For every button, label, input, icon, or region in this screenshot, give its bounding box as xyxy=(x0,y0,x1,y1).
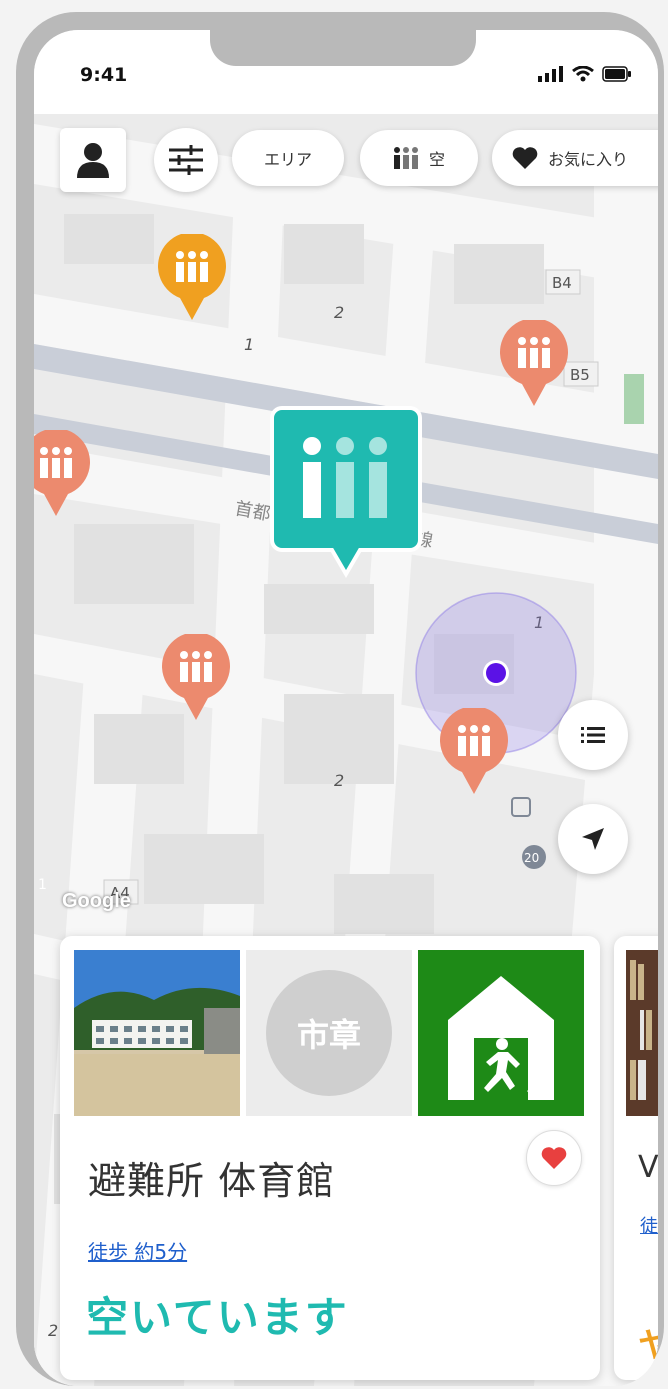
next-vacancy-status: ヤ xyxy=(638,1326,658,1366)
app-screen: 9:41 B4 B5 A4 1 2 1 2 20 首都 線 1 2 Google… xyxy=(34,30,658,1386)
status-time: 9:41 xyxy=(80,64,128,86)
emergency-exit-icon xyxy=(448,976,554,1100)
map-label-edge: 1 xyxy=(38,877,47,893)
phone-notch xyxy=(210,30,476,66)
vacancy-filter-label: 空 xyxy=(428,150,445,169)
status-icons xyxy=(538,66,632,82)
battery-icon xyxy=(602,66,631,82)
favorites-filter-chip[interactable]: お気に入り xyxy=(492,130,658,186)
area-filter-chip[interactable]: エリア xyxy=(232,130,344,186)
map-pin-shelter-salmon-3[interactable] xyxy=(162,632,230,724)
map-pin-shelter-salmon-2[interactable] xyxy=(34,428,90,520)
map-label-block-2b: 2 xyxy=(334,771,344,790)
shelter-title: 避難所 体育館 xyxy=(88,1159,336,1203)
favorites-filter-label: お気に入り xyxy=(548,150,629,169)
location-dot xyxy=(486,663,506,683)
map-pin-shelter-salmon-4[interactable] xyxy=(440,706,508,798)
vacancy-status: 空いています xyxy=(86,1293,349,1342)
next-walk-time-link[interactable]: 徒 xyxy=(640,1212,658,1238)
map-label-route-20: 20 xyxy=(524,851,539,865)
area-filter-label: エリア xyxy=(263,150,312,169)
map-pin-shelter-orange[interactable] xyxy=(158,232,226,324)
filter-sliders-icon xyxy=(169,145,203,175)
list-view-button[interactable] xyxy=(558,700,628,770)
next-shelter-card[interactable]: V 徒 ヤ xyxy=(614,936,658,1380)
map-label-block-2c: 2 xyxy=(48,1321,58,1340)
map-label-block-2a: 2 xyxy=(334,303,344,322)
map-pin-shelter-selected[interactable] xyxy=(270,406,422,582)
emergency-exit-sign xyxy=(418,950,584,1116)
next-shelter-photo xyxy=(626,950,658,1116)
map-label-b4: B4 xyxy=(552,274,572,292)
profile-button[interactable] xyxy=(60,128,126,192)
my-location-button[interactable] xyxy=(558,804,628,874)
city-seal-text: 市章 xyxy=(266,970,392,1096)
cellular-signal-icon xyxy=(538,66,563,82)
navigation-arrow-icon xyxy=(582,828,604,850)
map-label-b5: B5 xyxy=(570,366,590,384)
shelter-card[interactable]: 市章 避難所 体育館 徒歩 約5分 空いています xyxy=(60,936,600,1380)
city-seal-placeholder: 市章 xyxy=(246,950,412,1116)
map-pin-shelter-salmon-1[interactable] xyxy=(500,318,568,410)
wifi-icon xyxy=(572,66,594,82)
walk-time-link[interactable]: 徒歩 約5分 xyxy=(88,1236,187,1265)
google-attribution: Google xyxy=(62,890,131,912)
people-icon xyxy=(393,147,418,169)
map-label-block-1a: 1 xyxy=(244,335,254,354)
shelter-photo xyxy=(74,950,240,1116)
heart-icon xyxy=(512,147,538,169)
favorite-button[interactable] xyxy=(526,1130,582,1186)
user-icon xyxy=(77,143,109,178)
heart-icon xyxy=(541,1147,567,1169)
next-shelter-title: V xyxy=(638,1150,658,1185)
list-icon xyxy=(581,727,605,743)
filter-settings-button[interactable] xyxy=(154,128,218,192)
vacancy-filter-chip[interactable]: 空 xyxy=(360,130,478,186)
